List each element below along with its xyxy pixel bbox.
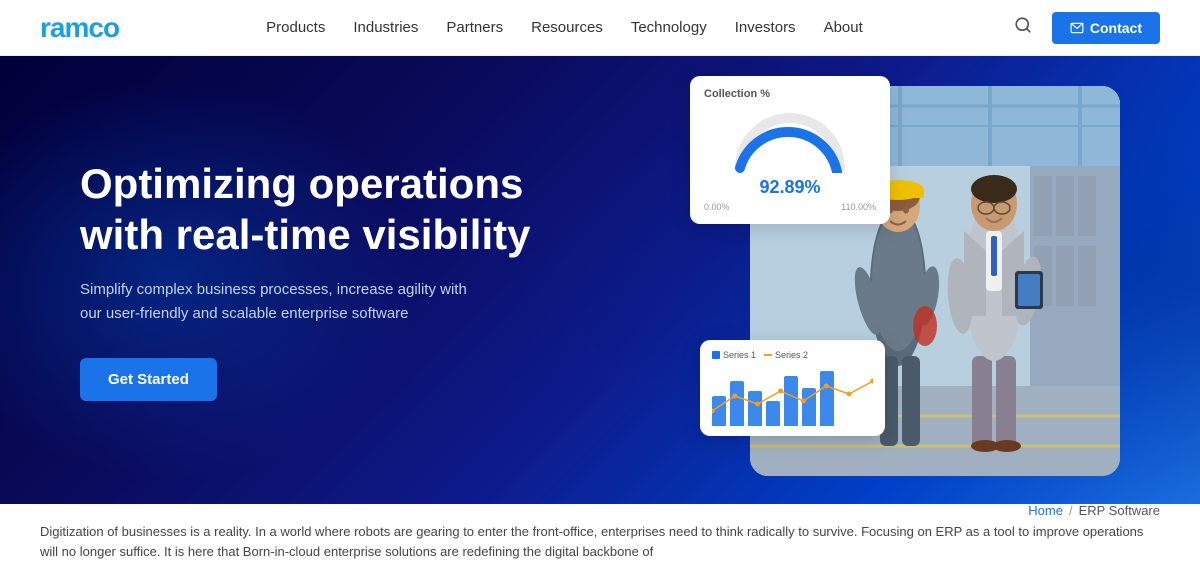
card-labels: 0.00% 110.00%	[704, 202, 876, 212]
breadcrumb-home[interactable]: Home	[1028, 503, 1063, 518]
hero-image-area: Collection % 92.89% 0.00% 110.00% S	[750, 86, 1120, 476]
search-button[interactable]	[1010, 12, 1036, 43]
breadcrumb-current: ERP Software	[1079, 503, 1160, 518]
hero-title: Optimizing operations with real-time vis…	[80, 159, 560, 260]
logo: ramco	[40, 12, 119, 44]
breadcrumb: Home / ERP Software	[40, 503, 1160, 518]
mini-bar-chart	[712, 366, 873, 426]
collection-value: 92.89%	[704, 177, 876, 198]
nav-investors[interactable]: Investors	[735, 19, 796, 36]
hero-content: Optimizing operations with real-time vis…	[0, 159, 560, 401]
collection-card-title: Collection %	[704, 88, 876, 100]
breadcrumb-separator: /	[1069, 503, 1073, 518]
contact-button[interactable]: Contact	[1052, 12, 1160, 44]
nav-partners[interactable]: Partners	[446, 19, 503, 36]
nav-technology[interactable]: Technology	[631, 19, 707, 36]
navbar: ramco Products Industries Partners Resou…	[0, 0, 1200, 56]
bottom-body-text: Digitization of businesses is a reality.…	[40, 522, 1160, 561]
hero-section: Optimizing operations with real-time vis…	[0, 56, 1200, 504]
nav-about[interactable]: About	[824, 19, 863, 36]
line-chart	[712, 366, 873, 426]
nav-industries[interactable]: Industries	[353, 19, 418, 36]
navbar-right: Contact	[1010, 12, 1160, 44]
search-icon	[1014, 16, 1032, 34]
collection-card: Collection % 92.89% 0.00% 110.00%	[690, 76, 890, 224]
get-started-button[interactable]: Get Started	[80, 358, 217, 401]
bottom-section: Home / ERP Software Digitization of busi…	[0, 504, 1200, 560]
chart-card: Series 1 Series 2	[700, 340, 885, 436]
nav-resources[interactable]: Resources	[531, 19, 603, 36]
nav-products[interactable]: Products	[266, 19, 325, 36]
hero-subtitle: Simplify complex business processes, inc…	[80, 278, 480, 326]
email-icon	[1070, 21, 1084, 35]
gauge-chart	[704, 108, 876, 173]
nav-links: Products Industries Partners Resources T…	[266, 19, 863, 37]
